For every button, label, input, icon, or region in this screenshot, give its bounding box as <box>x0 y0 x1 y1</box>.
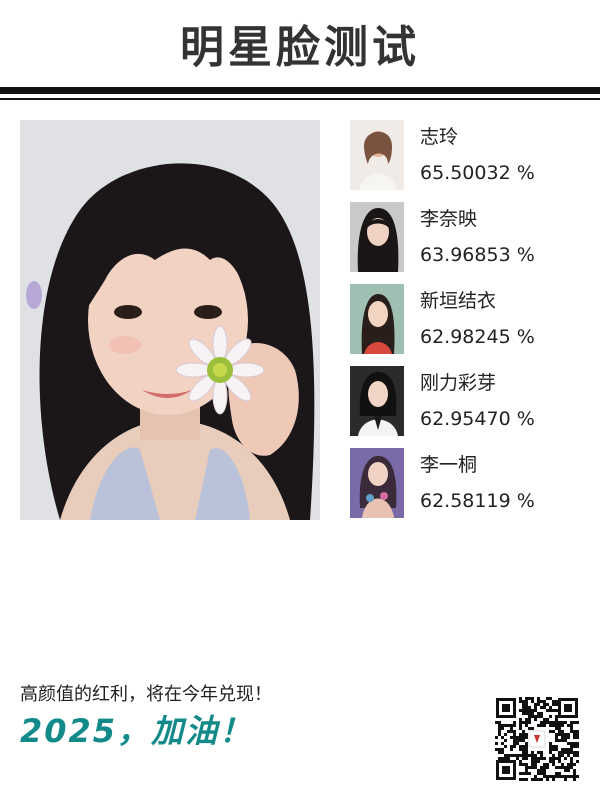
match-score: 63.96853 % <box>420 244 535 266</box>
match-thumbnail <box>350 284 404 354</box>
qr-code-icon[interactable] <box>494 696 580 782</box>
match-thumbnail <box>350 120 404 190</box>
header-divider-thick <box>0 87 600 94</box>
match-score: 62.95470 % <box>420 408 535 430</box>
user-photo <box>20 120 320 520</box>
match-item-1: 志玲 65.50032 % <box>350 120 590 190</box>
match-name: 新垣结衣 <box>420 290 497 312</box>
match-score: 62.98245 % <box>420 326 535 348</box>
match-name: 志玲 <box>420 126 459 148</box>
header-divider-thin <box>0 98 600 100</box>
match-score: 65.50032 % <box>420 162 535 184</box>
match-score: 62.58119 % <box>420 490 535 512</box>
match-name: 李一桐 <box>420 454 478 476</box>
portrait-illustration <box>20 120 320 520</box>
slogan-text: 高颜值的红利，将在今年兑现！ <box>20 684 272 705</box>
match-item-2: 李奈映 63.96853 % <box>350 202 590 272</box>
match-item-5: 李一桐 62.58119 % <box>350 448 590 518</box>
match-thumbnail <box>350 448 404 518</box>
match-item-3: 新垣结衣 62.98245 % <box>350 284 590 354</box>
page-title: 明星脸测试 <box>180 22 420 73</box>
motto-text: 2025，加油！ <box>20 712 254 750</box>
match-thumbnail <box>350 366 404 436</box>
match-name: 李奈映 <box>420 208 478 230</box>
match-thumbnail <box>350 202 404 272</box>
match-item-4: 刚力彩芽 62.95470 % <box>350 366 590 436</box>
match-name: 刚力彩芽 <box>420 372 497 394</box>
